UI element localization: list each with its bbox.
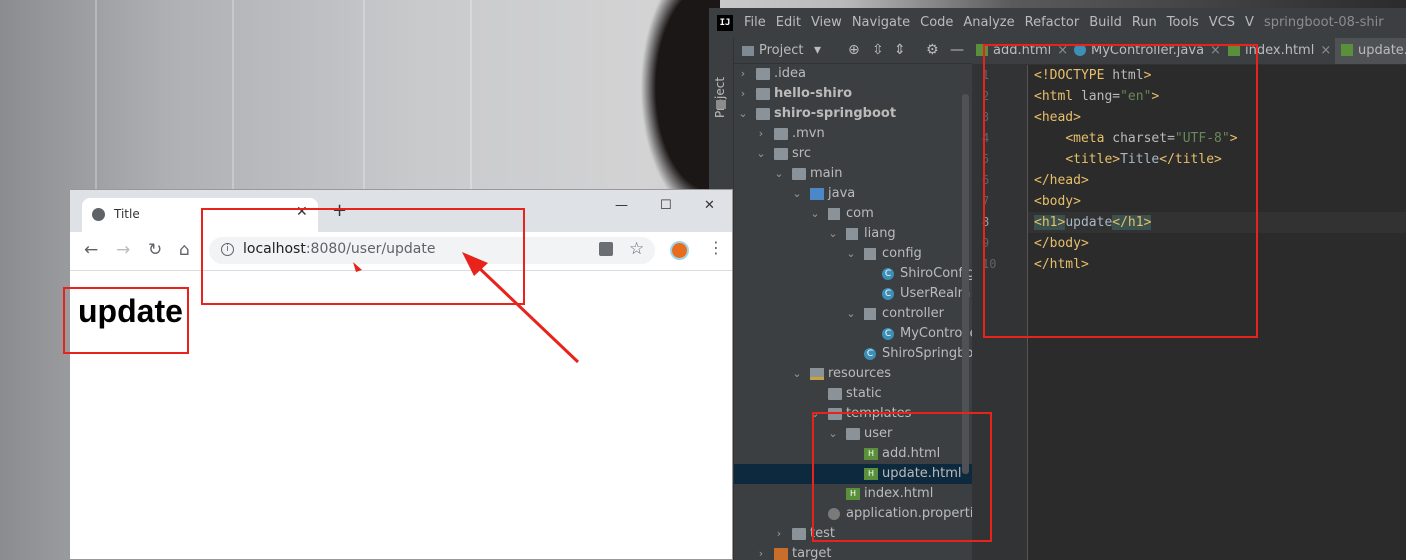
forward-button[interactable]: →	[116, 240, 130, 260]
annotation-box-templates	[812, 412, 992, 542]
gear-icon[interactable]: ⚙	[926, 38, 939, 63]
tree-item-src[interactable]: ⌄ src	[734, 144, 972, 164]
menu-vcs[interactable]: VCS	[1209, 15, 1235, 30]
tree-item-idea[interactable]: › .idea	[734, 64, 972, 84]
tree-item-static[interactable]: static	[734, 384, 972, 404]
menu-edit[interactable]: Edit	[776, 15, 801, 30]
globe-icon	[92, 208, 105, 221]
tree-item-hello-shiro[interactable]: › hello-shiro	[734, 84, 972, 104]
minimize-button[interactable]: —	[615, 198, 628, 213]
menu-code[interactable]: Code	[920, 15, 953, 30]
tree-item-resources[interactable]: ⌄ resources	[734, 364, 972, 384]
tree-item-java[interactable]: ⌄ java	[734, 184, 972, 204]
annotation-box-url	[201, 208, 525, 305]
menu-tools[interactable]: Tools	[1167, 15, 1199, 30]
background-photo-detail	[640, 0, 720, 220]
html-file-icon	[1341, 44, 1353, 56]
tree-item-com[interactable]: ⌄ com	[734, 204, 972, 224]
expand-all-icon[interactable]: ⇳	[872, 38, 884, 63]
browser-tab-title: Title	[114, 207, 140, 221]
tree-item-target[interactable]: › target	[734, 544, 972, 560]
bookmark-star-icon[interactable]: ☆	[629, 239, 644, 259]
collapse-all-icon[interactable]: ⇕	[894, 38, 906, 63]
tree-item-shirospringboot[interactable]: C ShiroSpringboo	[734, 344, 972, 364]
menu-run[interactable]: Run	[1132, 15, 1157, 30]
menu-analyze[interactable]: Analyze	[963, 15, 1014, 30]
menu-navigate[interactable]: Navigate	[852, 15, 910, 30]
locate-icon[interactable]: ⊕	[848, 38, 860, 63]
annotation-box-code	[983, 44, 1258, 338]
tree-item-shiro-springboot[interactable]: ⌄ shiro-springboot	[734, 104, 972, 124]
back-button[interactable]: ←	[84, 240, 98, 260]
tree-item-userrealm[interactable]: C UserRealm	[734, 284, 972, 304]
project-pane-header: Project ▾ ⊕ ⇳ ⇕ ⚙ —	[734, 38, 972, 64]
reload-button[interactable]: ↻	[148, 240, 162, 260]
chevron-down-icon[interactable]: ▾	[814, 38, 821, 63]
home-button[interactable]: ⌂	[179, 240, 190, 260]
tree-item-mycontroller[interactable]: C MyControlle	[734, 324, 972, 344]
tree-item-mvn[interactable]: › .mvn	[734, 124, 972, 144]
maximize-button[interactable]: ☐	[660, 198, 672, 213]
tree-item-main[interactable]: ⌄ main	[734, 164, 972, 184]
close-icon[interactable]: ×	[1320, 43, 1331, 58]
menu-file[interactable]: File	[744, 15, 766, 30]
hide-icon[interactable]: —	[950, 38, 964, 63]
extension-icon[interactable]	[670, 241, 689, 260]
menu-refactor[interactable]: Refactor	[1025, 15, 1080, 30]
menu-window[interactable]: V	[1245, 15, 1254, 30]
tree-item-controller[interactable]: ⌄ controller	[734, 304, 972, 324]
more-menu-icon[interactable]: ⋮	[708, 238, 724, 257]
close-window-button[interactable]: ✕	[704, 198, 715, 213]
translate-icon[interactable]	[599, 242, 613, 256]
tree-item-config[interactable]: ⌄ config	[734, 244, 972, 264]
menu-build[interactable]: Build	[1089, 15, 1122, 30]
tree-item-liang[interactable]: ⌄ liang	[734, 224, 972, 244]
project-tool-button[interactable]: Project	[713, 77, 727, 118]
tab-update-html[interactable]: update.h	[1335, 38, 1406, 64]
tree-item-shiroconfig[interactable]: C ShiroConfig	[734, 264, 972, 284]
folder-icon	[742, 46, 754, 56]
ide-menubar: IJ File Edit View Navigate Code Analyze Refact…	[709, 8, 1406, 38]
annotation-box-heading	[63, 287, 189, 354]
intellij-logo-icon: IJ	[717, 15, 733, 31]
window-title: springboot-08-shir	[1263, 15, 1384, 30]
folder-icon	[716, 100, 726, 109]
menu-view[interactable]: View	[811, 15, 842, 30]
project-view-selector[interactable]: Project	[759, 38, 803, 63]
